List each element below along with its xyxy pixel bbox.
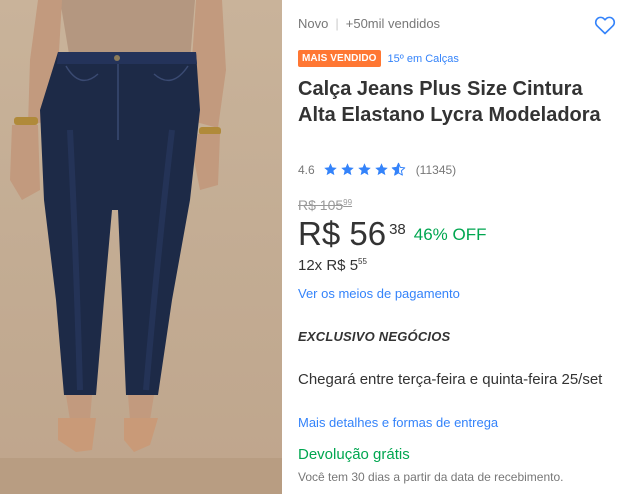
star-icon (340, 163, 354, 176)
price-main: R$ 56 (298, 215, 387, 252)
rating-row[interactable]: 4.6 (11345) (298, 162, 456, 177)
condition-label: Novo (298, 16, 329, 31)
product-title: Calça Jeans Plus Size Cintura Alta Elast… (298, 78, 601, 126)
product-info-panel: Novo | +50mil vendidos MAIS VENDIDO 15º em… (298, 0, 623, 494)
current-price-row: R$ 56 38 46% OFF (298, 214, 487, 254)
rating-value: 4.6 (298, 162, 315, 177)
installments: 12x R$ 555 (298, 257, 367, 274)
installments-main: 12x R$ 5 (298, 257, 359, 274)
star-icon (323, 163, 337, 176)
discount-label: 46% OFF (413, 225, 487, 244)
star-icon (357, 163, 371, 176)
condition-sales: Novo | +50mil vendidos (298, 16, 440, 31)
separator: | (335, 16, 339, 31)
star-icon (374, 163, 388, 176)
price-cents: 38 (389, 221, 406, 238)
exclusive-label: EXCLUSIVO NEGÓCIOS (298, 329, 451, 344)
installments-cents: 55 (358, 257, 367, 266)
jeans-photo-illustration (0, 0, 282, 494)
favorite-button[interactable] (593, 13, 617, 37)
shipping-details-link[interactable]: Mais detalhes e formas de entrega (298, 415, 498, 430)
product-image[interactable] (0, 0, 282, 494)
star-half-icon (391, 162, 405, 176)
original-price: R$ 10599 (298, 197, 352, 213)
original-price-main: R$ 105 (298, 197, 344, 213)
original-price-cents: 99 (343, 198, 353, 207)
sold-count: +50mil vendidos (345, 16, 441, 31)
category-ranking-link[interactable]: 15º em Calças (388, 53, 459, 65)
free-return-title: Devolução grátis (298, 446, 410, 463)
rating-count: (11345) (415, 162, 457, 177)
best-seller-badge: MAIS VENDIDO (298, 50, 381, 67)
free-return-description: Você tem 30 dias a partir da data de rec… (298, 470, 564, 484)
rating-stars (323, 162, 408, 177)
badge-row: MAIS VENDIDO 15º em Calças (298, 50, 459, 67)
payment-methods-link[interactable]: Ver os meios de pagamento (298, 286, 460, 301)
delivery-estimate: Chegará entre terça-feira e quinta-feira… (298, 371, 603, 388)
heart-outline-icon (594, 16, 616, 35)
